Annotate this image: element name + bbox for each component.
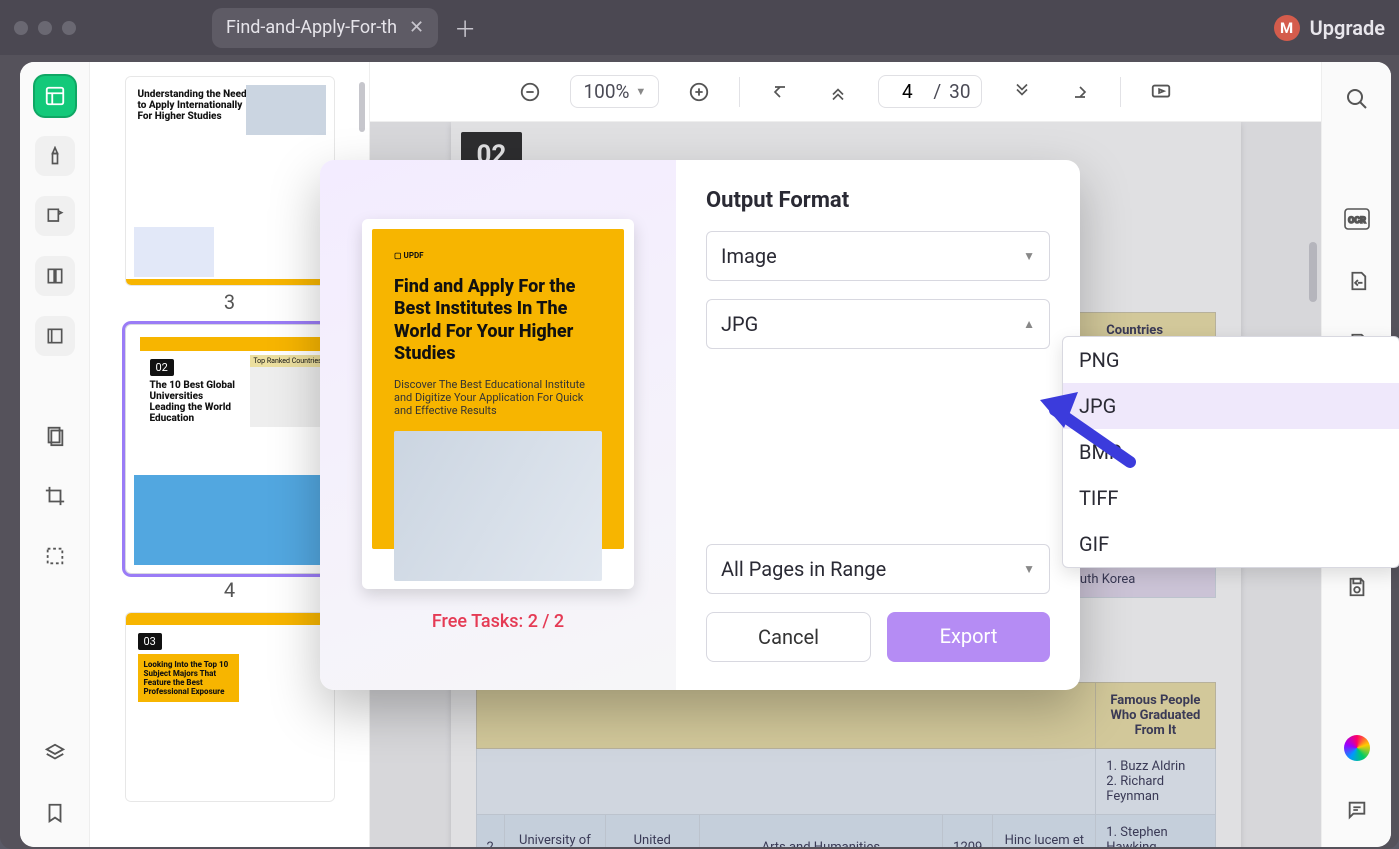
export-preview: ▢ UPDF Find and Apply For the Best Insti…	[362, 219, 634, 589]
prev-page-button[interactable]	[820, 74, 856, 110]
page-range-select[interactable]: All Pages in Range▼	[706, 544, 1050, 594]
bookmark-icon[interactable]	[35, 793, 75, 833]
save-icon[interactable]	[1340, 570, 1374, 604]
tab-title: Find-and-Apply-For-th	[226, 17, 397, 38]
thumb-page-4[interactable]: 02 The 10 Best Global Universities Leadi…	[125, 324, 335, 574]
export-modal: ▢ UPDF Find and Apply For the Best Insti…	[320, 160, 1080, 690]
last-page-button[interactable]	[1062, 74, 1098, 110]
zoom-out-button[interactable]	[512, 74, 548, 110]
cancel-button[interactable]: Cancel	[706, 612, 871, 662]
zoom-level-select[interactable]: 100%▼	[570, 75, 659, 108]
thumb-page-3-num: 3	[102, 290, 357, 314]
search-icon[interactable]	[1340, 82, 1374, 116]
upgrade-button[interactable]: M Upgrade	[1274, 15, 1385, 41]
new-tab-button[interactable]: ＋	[454, 12, 476, 44]
titlebar: Find-and-Apply-For-th ✕ ＋ M Upgrade	[0, 0, 1399, 55]
option-jpg[interactable]: JPG	[1063, 383, 1399, 429]
svg-text:OCR: OCR	[1348, 216, 1366, 226]
thumb-scrollbar[interactable]	[359, 82, 365, 132]
image-type-dropdown: PNG JPG BMP TIFF GIF	[1062, 336, 1399, 568]
format-select[interactable]: Image▼	[706, 231, 1050, 281]
reading-tool-icon[interactable]	[35, 256, 75, 296]
option-gif[interactable]: GIF	[1063, 521, 1399, 567]
output-format-title: Output Format	[706, 188, 1050, 213]
top-toolbar: 100%▼ / 30	[370, 62, 1321, 122]
page-total: 30	[949, 80, 970, 103]
page-current-input[interactable]	[889, 80, 925, 103]
minimize-window-icon[interactable]	[38, 21, 52, 35]
thumb-page-4-num: 4	[102, 578, 357, 602]
next-page-button[interactable]	[1004, 74, 1040, 110]
comment-icon[interactable]	[1340, 793, 1374, 827]
ai-flower-icon[interactable]	[1340, 731, 1374, 765]
thumb-page-5[interactable]: 03 Looking Into the Top 10 Subject Major…	[125, 612, 335, 802]
annotate-tool-icon[interactable]	[35, 196, 75, 236]
image-type-select[interactable]: JPG▲	[706, 299, 1050, 349]
option-tiff[interactable]: TIFF	[1063, 475, 1399, 521]
thumbnails-panel-icon[interactable]	[35, 76, 75, 116]
zoom-in-button[interactable]	[681, 74, 717, 110]
maximize-window-icon[interactable]	[62, 21, 76, 35]
close-tab-icon[interactable]: ✕	[409, 17, 424, 38]
avatar: M	[1274, 15, 1300, 41]
close-window-icon[interactable]	[14, 21, 28, 35]
presentation-button[interactable]	[1143, 74, 1179, 110]
first-page-button[interactable]	[762, 74, 798, 110]
option-bmp[interactable]: BMP	[1063, 429, 1399, 475]
form-tool-icon[interactable]	[35, 316, 75, 356]
thumb-page-3[interactable]: Understanding the Need to Apply Internat…	[125, 76, 335, 286]
layers-icon[interactable]	[35, 733, 75, 773]
document-tab[interactable]: Find-and-Apply-For-th ✕	[212, 8, 438, 48]
window-controls	[14, 21, 76, 35]
watermark-tool-icon[interactable]	[35, 536, 75, 576]
crop-tool-icon[interactable]	[35, 476, 75, 516]
upgrade-label: Upgrade	[1310, 16, 1385, 40]
ocr-icon[interactable]: OCR	[1340, 202, 1374, 236]
export-button[interactable]: Export	[887, 612, 1050, 662]
highlight-tool-icon[interactable]	[35, 136, 75, 176]
option-png[interactable]: PNG	[1063, 337, 1399, 383]
left-sidebar	[20, 62, 90, 847]
pages-tool-icon[interactable]	[35, 416, 75, 456]
convert-icon[interactable]	[1340, 264, 1374, 298]
free-tasks-label: Free Tasks: 2 / 2	[432, 611, 564, 632]
page-indicator[interactable]: / 30	[878, 75, 981, 108]
